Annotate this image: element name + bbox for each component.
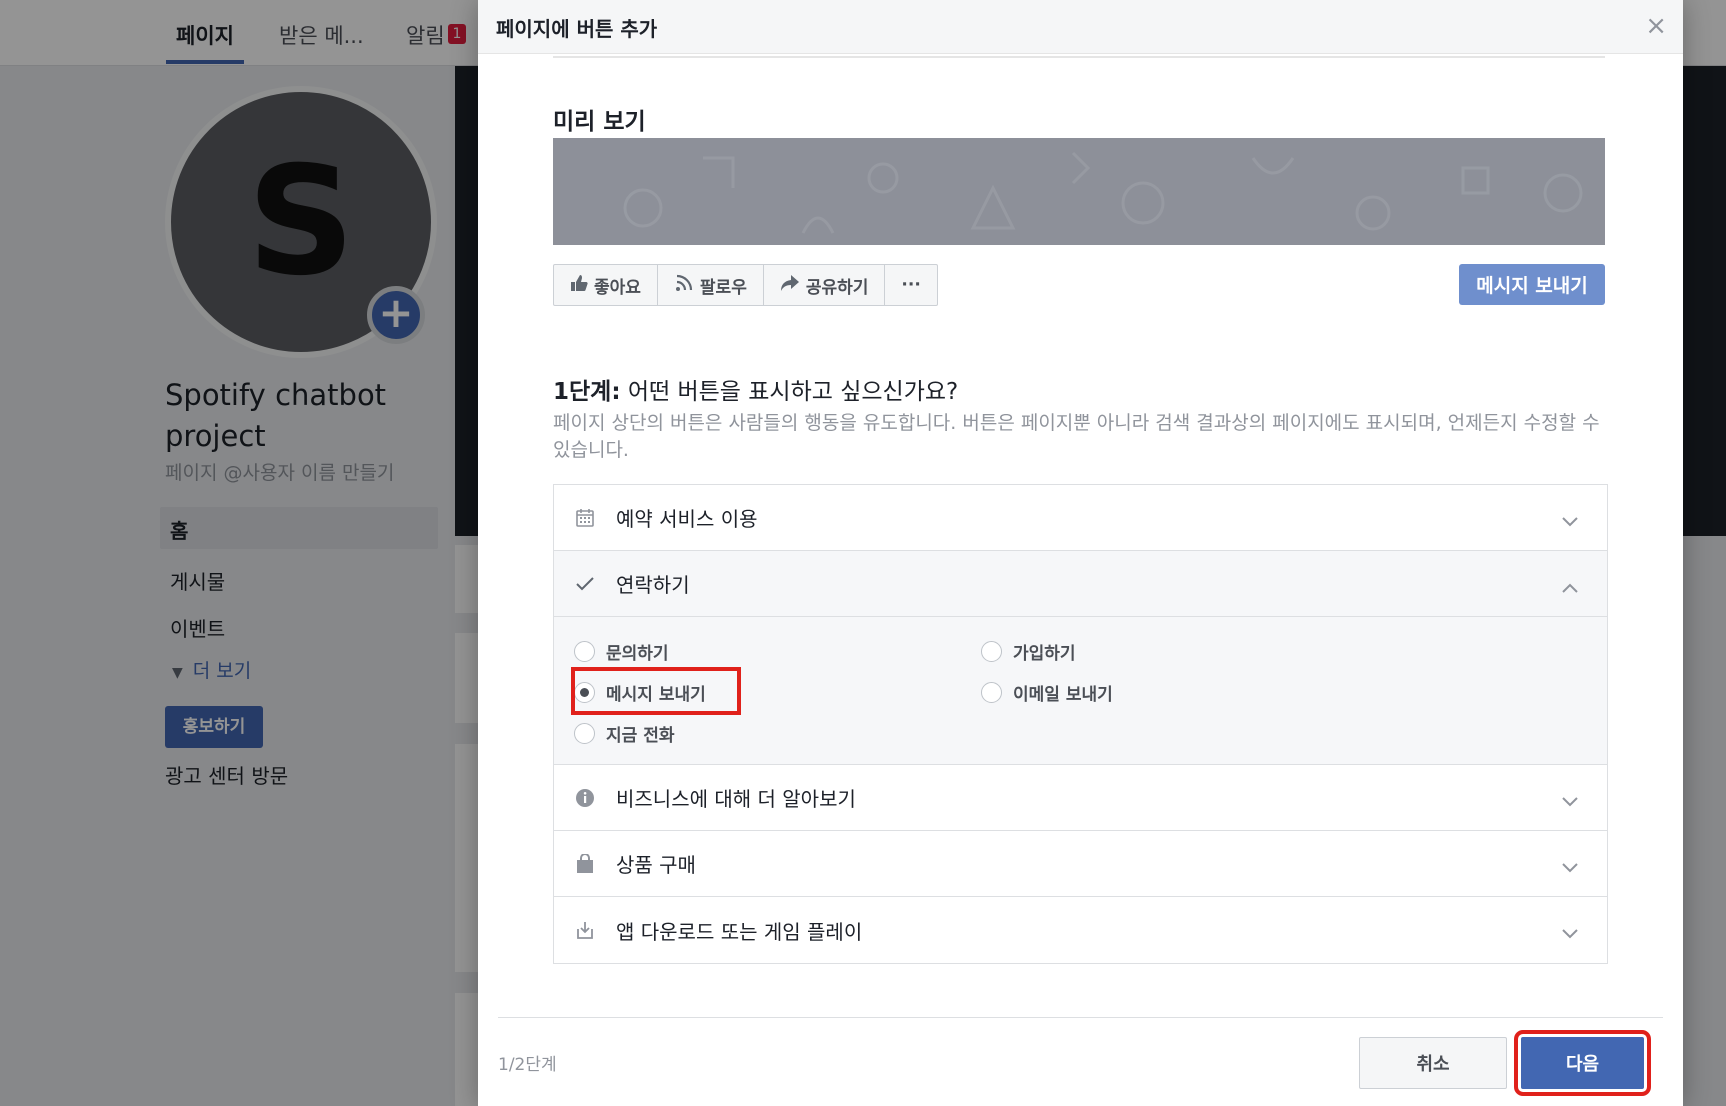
shopping-bag-icon (574, 853, 596, 875)
option-send-email[interactable]: 이메일 보내기 (981, 680, 1113, 705)
category-contact[interactable]: 연락하기 (554, 551, 1607, 617)
option-label: 문의하기 (606, 644, 669, 664)
preview-cover-pattern (553, 138, 1605, 245)
more-dots-icon: ··· (901, 275, 921, 295)
divider (553, 56, 1605, 58)
rss-follow-icon (674, 273, 694, 298)
radio-button[interactable] (981, 641, 1002, 662)
step-description: 페이지 상단의 버튼은 사람들의 행동을 유도합니다. 버튼은 페이지뿐 아니라… (553, 412, 1600, 461)
checkmark-icon (574, 573, 596, 595)
info-icon (574, 787, 596, 809)
thumbs-up-icon (570, 274, 588, 297)
option-label: 지금 전화 (606, 726, 675, 746)
share-arrow-icon (780, 274, 800, 297)
category-label: 앱 다운로드 또는 게임 플레이 (616, 919, 863, 944)
category-learn-more[interactable]: 비즈니스에 대해 더 알아보기 (554, 765, 1607, 831)
category-label: 상품 구매 (616, 853, 696, 877)
category-download-app[interactable]: 앱 다운로드 또는 게임 플레이 (554, 897, 1607, 963)
chevron-down-icon (1561, 855, 1579, 879)
option-call-now[interactable]: 지금 전화 (574, 721, 674, 746)
selection-highlight (571, 667, 741, 715)
close-icon[interactable]: × (1645, 11, 1667, 41)
option-label: 가입하기 (1013, 644, 1076, 664)
step-count: 1/2단계 (498, 1055, 557, 1075)
preview-action-bar: 좋아요 팔로우 공유하기 ··· (553, 264, 938, 306)
step-question: 어떤 버튼을 표시하고 싶으신가요? (627, 379, 959, 405)
preview-heading: 미리 보기 (553, 109, 646, 135)
add-button-dialog: 페이지에 버튼 추가 × 미리 보기 좋아요 팔로우 공유하기 ··· 메시지 … (478, 0, 1683, 1106)
category-shop[interactable]: 상품 구매 (554, 831, 1607, 897)
calendar-icon (574, 507, 596, 529)
chevron-down-icon (1561, 509, 1579, 533)
dialog-header: 페이지에 버튼 추가 × (478, 0, 1683, 54)
preview-like-button: 좋아요 (554, 265, 658, 305)
follow-label: 팔로우 (699, 277, 747, 298)
option-inquiry[interactable]: 문의하기 (574, 639, 669, 664)
category-booking[interactable]: 예약 서비스 이용 (554, 485, 1607, 551)
button-category-list: 예약 서비스 이용 연락하기 문의하기 메시지 보내기 지금 전화 가입하기 이… (553, 484, 1608, 964)
dialog-title: 페이지에 버튼 추가 (496, 17, 658, 41)
chevron-down-icon (1561, 921, 1579, 945)
next-button[interactable]: 다음 (1514, 1030, 1651, 1096)
download-icon (574, 919, 596, 941)
chevron-down-icon (1561, 789, 1579, 813)
footer-divider (498, 1017, 1663, 1018)
option-sign-up[interactable]: 가입하기 (981, 639, 1076, 664)
preview-follow-button: 팔로우 (658, 265, 764, 305)
preview-share-button: 공유하기 (764, 265, 886, 305)
category-label: 예약 서비스 이용 (616, 507, 758, 531)
radio-button[interactable] (574, 641, 595, 662)
chevron-up-icon (1561, 575, 1579, 599)
step-title: 1단계: 어떤 버튼을 표시하고 싶으신가요? (553, 372, 958, 406)
cancel-button[interactable]: 취소 (1359, 1037, 1507, 1089)
option-label: 이메일 보내기 (1013, 685, 1113, 705)
preview-send-message-button: 메시지 보내기 (1459, 264, 1605, 305)
step-label: 1단계: (553, 379, 621, 405)
radio-button[interactable] (574, 723, 595, 744)
preview-more-button: ··· (885, 265, 936, 305)
category-label: 비즈니스에 대해 더 알아보기 (616, 787, 856, 811)
share-label: 공유하기 (805, 277, 869, 298)
radio-button[interactable] (981, 682, 1002, 703)
like-label: 좋아요 (594, 277, 641, 298)
category-label: 연락하기 (616, 573, 690, 597)
